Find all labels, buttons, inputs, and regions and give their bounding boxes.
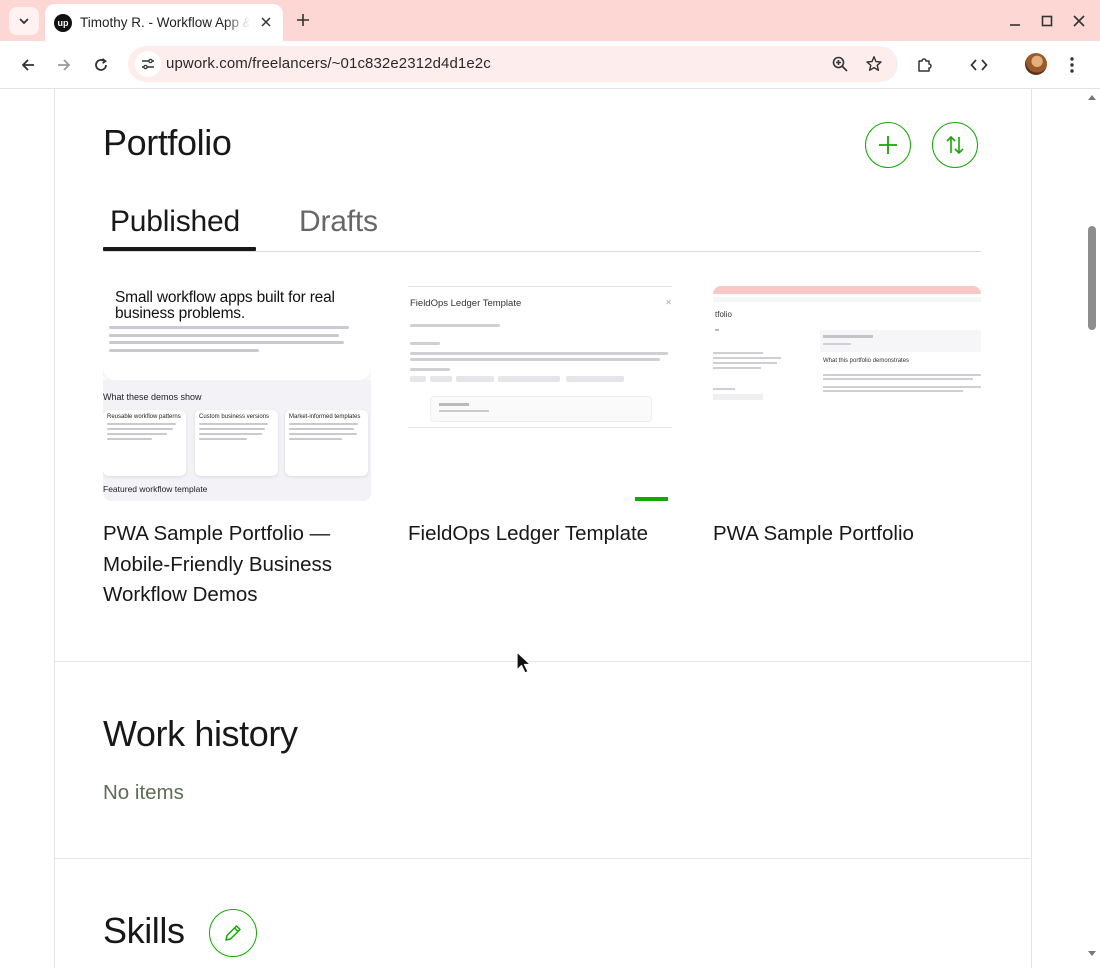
reload-icon xyxy=(95,58,107,71)
arrow-left-icon xyxy=(21,59,34,71)
close-icon: ✕ xyxy=(665,298,672,307)
portfolio-thumbnail[interactable]: Small workflow apps built for real busin… xyxy=(103,286,371,501)
extensions-button[interactable] xyxy=(912,52,938,78)
portfolio-item-title[interactable]: PWA Sample Portfolio — Mobile-Friendly B… xyxy=(103,519,383,611)
devtools-button[interactable] xyxy=(966,52,992,78)
address-bar[interactable]: upwork.com/freelancers/~01c832e2312d4d1e… xyxy=(128,46,898,82)
sort-arrows-icon xyxy=(946,135,964,155)
tab-published[interactable]: Published xyxy=(110,205,240,239)
thumbnail-card: Market-informed templates xyxy=(285,410,368,476)
thumbnail-subheading: What this portfolio demonstrates xyxy=(823,358,910,364)
maximize-button[interactable] xyxy=(1036,10,1058,32)
tab-strip: up Timothy R. - Workflow App & PWA Devel… xyxy=(0,0,1100,41)
upwork-favicon-icon: up xyxy=(54,13,72,32)
add-portfolio-button[interactable] xyxy=(865,122,911,168)
close-icon xyxy=(1073,15,1085,27)
thumbnail-footer: Featured workflow template xyxy=(103,484,208,494)
thumbnail-subheading: What these demos show xyxy=(103,392,202,402)
portfolio-thumbnail[interactable]: tfolio What this portfolio demonstrates xyxy=(713,286,981,501)
zoom-button[interactable] xyxy=(831,55,849,78)
puzzle-icon xyxy=(918,58,932,72)
scroll-up-arrow-icon[interactable] xyxy=(1088,95,1096,100)
browser-toolbar: upwork.com/freelancers/~01c832e2312d4d1e… xyxy=(0,41,1100,89)
thumbnail-card: Reusable workflow patterns xyxy=(103,410,186,476)
tab-drafts[interactable]: Drafts xyxy=(299,205,378,239)
mouse-cursor-icon xyxy=(516,651,532,674)
work-history-empty: No items xyxy=(103,781,184,804)
section-divider xyxy=(55,858,1030,859)
thumbnail-heading: tfolio xyxy=(715,310,732,319)
skills-heading: Skills xyxy=(103,910,185,951)
active-tab-indicator xyxy=(103,247,256,251)
scroll-down-arrow-icon[interactable] xyxy=(1088,951,1096,956)
reload-button[interactable] xyxy=(88,52,114,78)
browser-tab[interactable]: up Timothy R. - Workflow App & PWA Devel… xyxy=(45,4,283,41)
arrow-right-icon xyxy=(58,59,71,71)
more-vert-icon xyxy=(1070,57,1074,73)
tune-icon xyxy=(142,58,154,70)
chevron-down-icon xyxy=(19,18,29,25)
thumbnail-card: Custom business versions xyxy=(195,410,278,476)
reorder-portfolio-button[interactable] xyxy=(932,122,978,168)
forward-button[interactable] xyxy=(51,52,77,78)
thumbnail-hero: Small workflow apps built for real busin… xyxy=(103,286,371,380)
plus-icon xyxy=(879,136,897,154)
back-button[interactable] xyxy=(15,52,41,78)
profile-avatar[interactable] xyxy=(1025,53,1047,75)
close-window-button[interactable] xyxy=(1068,10,1090,32)
star-icon xyxy=(866,56,882,71)
thumbnail-heading: FieldOps Ledger Template xyxy=(410,298,522,309)
portfolio-tabs: Published Drafts xyxy=(103,201,981,252)
portfolio-item-title[interactable]: PWA Sample Portfolio xyxy=(713,519,981,550)
page-scrollbar[interactable] xyxy=(1084,89,1100,968)
edit-skills-button[interactable] xyxy=(209,909,257,957)
minimize-button[interactable] xyxy=(1004,10,1026,32)
code-icon xyxy=(970,59,988,71)
section-divider xyxy=(55,661,1030,662)
close-icon xyxy=(261,17,271,27)
browser-menu-button[interactable] xyxy=(1059,52,1085,78)
thumbnail-heading: Small workflow apps built for real busin… xyxy=(115,289,335,322)
tab-title: Timothy R. - Workflow App & PWA Develope… xyxy=(80,15,250,30)
bookmark-button[interactable] xyxy=(865,55,883,78)
tab-search-button[interactable] xyxy=(9,7,39,35)
thumbnail-text-lines xyxy=(109,326,359,356)
minimize-icon xyxy=(1010,24,1020,26)
work-history-heading: Work history xyxy=(103,713,298,754)
portfolio-item-title[interactable]: FieldOps Ledger Template xyxy=(408,519,688,550)
plus-icon xyxy=(297,14,309,26)
url-text[interactable]: upwork.com/freelancers/~01c832e2312d4d1e… xyxy=(166,55,491,72)
close-tab-button[interactable] xyxy=(257,13,275,31)
maximize-icon xyxy=(1041,15,1053,27)
page-viewport: Portfolio Published Drafts Small workflo… xyxy=(0,89,1100,968)
zoom-icon xyxy=(832,56,848,72)
thumbnail-body: What these demos show Reusable workflow … xyxy=(103,380,371,501)
new-tab-button[interactable] xyxy=(292,9,314,31)
scrollbar-thumb[interactable] xyxy=(1088,226,1096,330)
portfolio-thumbnail[interactable]: FieldOps Ledger Template ✕ xyxy=(408,286,676,501)
portfolio-heading: Portfolio xyxy=(103,122,232,163)
pencil-icon xyxy=(225,925,241,941)
site-info-button[interactable] xyxy=(135,51,161,77)
